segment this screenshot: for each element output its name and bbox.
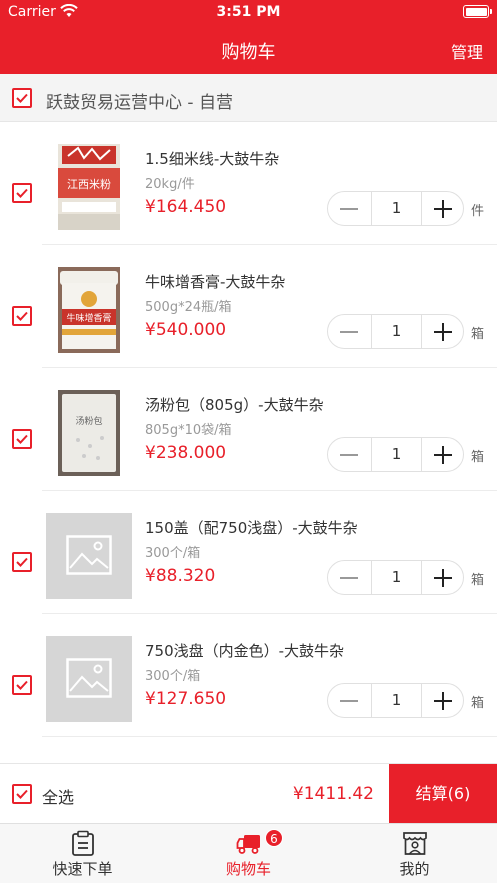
product-spec: 300个/箱 xyxy=(145,669,201,684)
svg-text:江西米粉: 江西米粉 xyxy=(67,178,111,191)
svg-text:汤粉包: 汤粉包 xyxy=(75,415,102,427)
tab-label: 购物车 xyxy=(225,860,271,878)
product-price: ¥88.320 xyxy=(145,566,216,586)
decrease-button[interactable] xyxy=(328,315,371,348)
product-image[interactable] xyxy=(46,513,132,599)
quantity-field[interactable]: 1 xyxy=(371,561,422,594)
cart-item: 750浅盘（内金色）-大鼓牛杂 300个/箱 ¥127.650 1 箱 xyxy=(0,614,497,737)
cart-item-list[interactable]: 江西米粉 1.5细米线-大鼓牛杂 20kg/件 ¥164.450 1 件 牛味增… xyxy=(0,122,497,763)
increase-button[interactable] xyxy=(422,684,465,717)
quantity-field[interactable]: 1 xyxy=(371,684,422,717)
select-all-label[interactable]: 全选 xyxy=(42,784,74,808)
product-spec: 500g*24瓶/箱 xyxy=(145,300,232,315)
increase-button[interactable] xyxy=(422,315,465,348)
soup-powder-bag-photo: 汤粉包 xyxy=(58,390,120,476)
unit-label: 箱 xyxy=(471,573,485,588)
cart-item: 汤粉包 汤粉包（805g）-大鼓牛杂 805g*10袋/箱 ¥238.000 1… xyxy=(0,368,497,491)
battery-icon xyxy=(463,5,492,18)
placeholder-image-icon xyxy=(66,658,112,698)
product-price: ¥127.650 xyxy=(145,689,227,709)
item-checkbox[interactable] xyxy=(12,675,32,695)
checkmark-icon xyxy=(16,311,28,321)
divider xyxy=(42,736,497,737)
increase-button[interactable] xyxy=(422,192,465,225)
checkmark-icon xyxy=(16,93,28,103)
cart-item: 江西米粉 1.5细米线-大鼓牛杂 20kg/件 ¥164.450 1 件 xyxy=(0,122,497,245)
tab-cart[interactable]: 6 购物车 xyxy=(166,824,331,883)
quantity-stepper: 1 xyxy=(327,437,464,472)
manage-button[interactable]: 管理 xyxy=(451,39,483,63)
select-all-checkbox[interactable] xyxy=(12,784,32,804)
product-image[interactable]: 汤粉包 xyxy=(58,390,120,476)
quantity-stepper: 1 xyxy=(327,560,464,595)
rice-noodle-bag-photo: 江西米粉 xyxy=(58,144,120,230)
checkmark-icon xyxy=(16,789,28,799)
shop-header: 跃鼓贸易运营中心 - 自营 xyxy=(0,74,497,122)
tab-bar: 快速下单 6 购物车 我的 xyxy=(0,823,497,883)
item-checkbox[interactable] xyxy=(12,552,32,572)
clock: 3:51 PM xyxy=(216,4,281,20)
quantity-field[interactable]: 1 xyxy=(371,192,422,225)
clipboard-icon xyxy=(72,830,94,856)
unit-label: 箱 xyxy=(471,327,485,342)
product-name[interactable]: 牛味增香膏-大鼓牛杂 xyxy=(145,271,285,292)
product-price: ¥540.000 xyxy=(145,320,227,340)
shop-checkbox[interactable] xyxy=(12,88,32,108)
truck-icon xyxy=(236,835,260,854)
checkmark-icon xyxy=(16,680,28,690)
checkmark-icon xyxy=(16,434,28,444)
quantity-field[interactable]: 1 xyxy=(371,315,422,348)
decrease-button[interactable] xyxy=(328,561,371,594)
quantity-stepper: 1 xyxy=(327,314,464,349)
checkmark-icon xyxy=(16,557,28,567)
cart-item: 150盖（配750浅盘）-大鼓牛杂 300个/箱 ¥88.320 1 箱 xyxy=(0,491,497,614)
shop-name: 跃鼓贸易运营中心 - 自营 xyxy=(46,93,233,113)
checkmark-icon xyxy=(16,188,28,198)
product-image[interactable] xyxy=(46,636,132,722)
item-checkbox[interactable] xyxy=(12,183,32,203)
unit-label: 箱 xyxy=(471,696,485,711)
decrease-button[interactable] xyxy=(328,684,371,717)
increase-button[interactable] xyxy=(422,438,465,471)
product-spec: 300个/箱 xyxy=(145,546,201,561)
quantity-stepper: 1 xyxy=(327,191,464,226)
item-checkbox[interactable] xyxy=(12,306,32,326)
product-name[interactable]: 750浅盘（内金色）-大鼓牛杂 xyxy=(145,640,344,661)
quantity-stepper: 1 xyxy=(327,683,464,718)
product-spec: 805g*10袋/箱 xyxy=(145,423,232,438)
product-name[interactable]: 1.5细米线-大鼓牛杂 xyxy=(145,148,279,169)
decrease-button[interactable] xyxy=(328,192,371,225)
status-bar: Carrier 3:51 PM xyxy=(0,0,497,26)
item-checkbox[interactable] xyxy=(12,429,32,449)
product-image[interactable]: 江西米粉 xyxy=(58,144,120,230)
app-header: Carrier 3:51 PM 购物车 管理 xyxy=(0,0,497,74)
product-image[interactable]: 牛味增香膏 xyxy=(58,267,120,353)
checkout-bar: 全选 ¥1411.42 结算(6) xyxy=(0,763,497,824)
product-price: ¥238.000 xyxy=(145,443,227,463)
quantity-field[interactable]: 1 xyxy=(371,438,422,471)
cart-count-badge: 6 xyxy=(265,829,283,847)
product-spec: 20kg/件 xyxy=(145,177,195,192)
unit-label: 件 xyxy=(471,204,485,219)
total-price: ¥1411.42 xyxy=(292,784,374,804)
unit-label: 箱 xyxy=(471,450,485,465)
tab-profile[interactable]: 我的 xyxy=(332,824,497,883)
product-name[interactable]: 150盖（配750浅盘）-大鼓牛杂 xyxy=(145,517,358,538)
product-name[interactable]: 汤粉包（805g）-大鼓牛杂 xyxy=(145,394,324,415)
product-price: ¥164.450 xyxy=(145,197,227,217)
tab-quick-order[interactable]: 快速下单 xyxy=(0,824,165,883)
beef-paste-jar-photo: 牛味增香膏 xyxy=(58,267,120,353)
page-title: 购物车 xyxy=(221,42,276,63)
increase-button[interactable] xyxy=(422,561,465,594)
svg-text:牛味增香膏: 牛味增香膏 xyxy=(66,312,111,324)
tab-label: 快速下单 xyxy=(52,860,113,878)
store-user-icon xyxy=(403,832,427,855)
tab-label: 我的 xyxy=(399,860,430,878)
placeholder-image-icon xyxy=(66,535,112,575)
checkout-button[interactable]: 结算(6) xyxy=(389,764,497,824)
decrease-button[interactable] xyxy=(328,438,371,471)
cart-item: 牛味增香膏 牛味增香膏-大鼓牛杂 500g*24瓶/箱 ¥540.000 1 箱 xyxy=(0,245,497,368)
